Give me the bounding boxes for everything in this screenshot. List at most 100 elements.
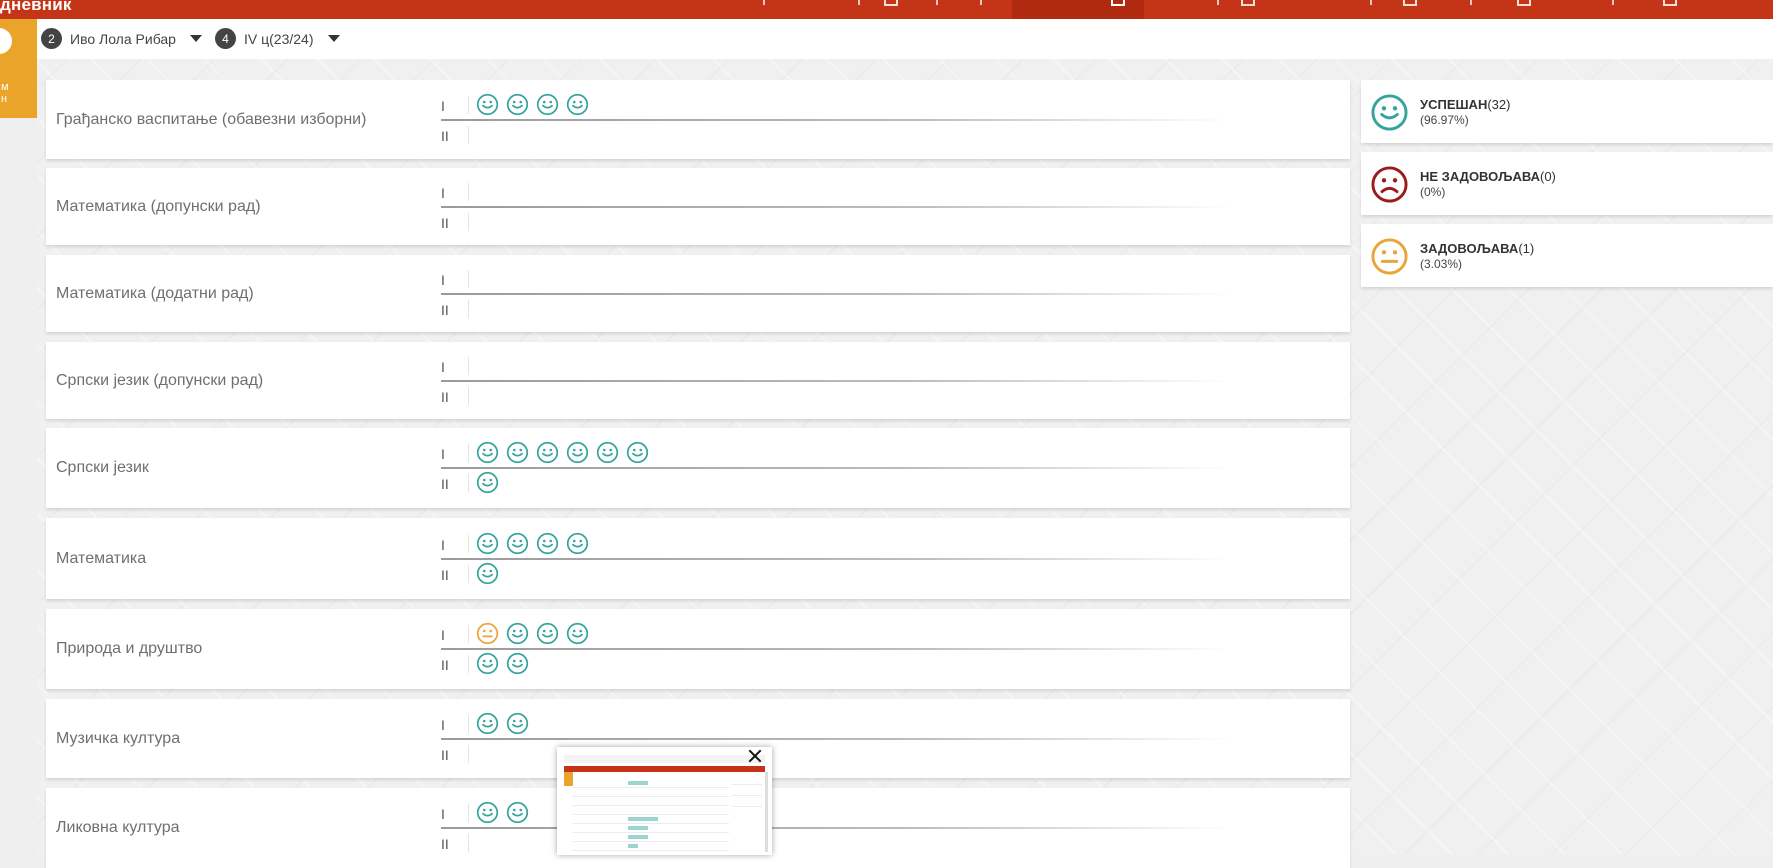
building-icon[interactable] [1517, 0, 1531, 6]
smiley-icon[interactable] [476, 801, 499, 824]
star-icon[interactable] [1241, 0, 1255, 6]
summary-item[interactable]: ЗАДОВОЉАВА(1) (3.03%) [1361, 224, 1773, 287]
class-number-badge: 4 [215, 28, 236, 49]
summary-label: ЗАДОВОЉАВА(1) [1420, 241, 1535, 256]
preview-scrollbar [765, 772, 768, 852]
semester-label: II [441, 128, 449, 144]
preview-row [573, 816, 729, 824]
smiley-icon[interactable] [506, 93, 529, 116]
semester-divider-line [441, 648, 1231, 650]
list-icon[interactable] [1663, 0, 1677, 6]
subject-card: Математика (додатни рад) I II [46, 255, 1350, 332]
chevron-down-icon[interactable] [189, 35, 202, 42]
smiley-icon [1370, 93, 1409, 132]
smiley-icon[interactable] [506, 622, 529, 645]
summary-percent: (3.03%) [1420, 257, 1463, 271]
smiley-icon[interactable] [566, 532, 589, 555]
semester-label: I [441, 272, 445, 288]
grade-marks [476, 652, 529, 675]
divider [468, 357, 469, 375]
smiley-icon[interactable] [476, 562, 499, 585]
user-badge[interactable]: м н [0, 19, 44, 118]
smiley-icon[interactable] [476, 93, 499, 116]
frown-icon [1370, 165, 1409, 204]
nav-item[interactable] [980, 0, 982, 5]
nav-item[interactable] [1612, 0, 1614, 5]
smiley-icon[interactable] [506, 441, 529, 464]
smiley-icon[interactable] [476, 441, 499, 464]
chevron-down-icon[interactable] [327, 35, 340, 42]
smiley-icon[interactable] [506, 801, 529, 824]
smiley-icon[interactable] [626, 441, 649, 464]
smiley-icon[interactable] [476, 532, 499, 555]
semester-row-first: I [441, 621, 1241, 649]
neutral-face-icon[interactable] [476, 622, 499, 645]
preview-row [573, 798, 729, 806]
divider [468, 655, 469, 673]
smiley-icon[interactable] [536, 622, 559, 645]
bank-icon[interactable] [1403, 0, 1417, 6]
school-number-badge: 2 [41, 28, 62, 49]
screen-preview-thumbnail[interactable] [557, 747, 772, 855]
nav-item[interactable] [1370, 0, 1372, 5]
school-selector[interactable]: 2 Иво Лола Рибар [41, 28, 202, 49]
summary-count: (0) [1539, 169, 1556, 184]
semester-label: II [441, 389, 449, 405]
nav-item[interactable] [858, 0, 860, 5]
preview-panel-item [732, 786, 762, 796]
divider [468, 535, 469, 553]
book-icon[interactable] [1111, 0, 1125, 6]
semester-label: I [441, 627, 445, 643]
divider [468, 387, 469, 405]
smiley-icon[interactable] [566, 441, 589, 464]
semester-divider-line [441, 738, 1231, 740]
semester-label: I [441, 185, 445, 201]
subject-card: Грађанско васпитање (обавезни изборни) I I… [46, 80, 1350, 159]
summary-item[interactable]: УСПЕШАН(32) (96.97%) [1361, 80, 1773, 143]
semester-divider-line [441, 380, 1231, 382]
semester-divider-line [441, 206, 1231, 208]
smiley-icon[interactable] [566, 93, 589, 116]
nav-item[interactable] [1217, 0, 1219, 5]
selector-bar: 2 Иво Лола Рибар 4 IV ц(23/24) [37, 19, 1773, 59]
semester-divider-line [441, 293, 1231, 295]
calendar-icon[interactable] [884, 0, 898, 6]
summary-label: НЕ ЗАДОВОЉАВА(0) [1420, 169, 1556, 184]
grade-marks [476, 471, 499, 494]
subject-name: Математика [56, 549, 147, 567]
app-title: дневник [0, 0, 72, 14]
semester-label: II [441, 657, 449, 673]
smiley-icon[interactable] [476, 471, 499, 494]
smiley-icon[interactable] [506, 532, 529, 555]
semester-row-second: II [441, 651, 1241, 679]
nav-item[interactable] [1470, 0, 1472, 5]
semester-label: I [441, 717, 445, 733]
subject-card: Српски језик (допунски рад) I II [46, 342, 1350, 419]
close-icon[interactable] [747, 748, 763, 764]
top-navigation-bar: дневник [0, 0, 1773, 19]
summary-percent: (96.97%) [1420, 113, 1469, 127]
smiley-icon[interactable] [506, 652, 529, 675]
summary-item[interactable]: НЕ ЗАДОВОЉАВА(0) (0%) [1361, 152, 1773, 215]
subject-name: Српски језик (допунски рад) [56, 371, 264, 389]
divider [468, 625, 469, 643]
grade-marks [476, 441, 649, 464]
preview-row [573, 789, 729, 797]
smiley-icon[interactable] [536, 441, 559, 464]
smiley-icon[interactable] [476, 652, 499, 675]
smiley-icon[interactable] [506, 712, 529, 735]
nav-item[interactable] [936, 0, 938, 5]
class-selector[interactable]: 4 IV ц(23/24) [215, 28, 340, 49]
smiley-icon[interactable] [476, 712, 499, 735]
smiley-icon[interactable] [536, 532, 559, 555]
neutral-face-icon [1370, 237, 1409, 276]
divider [468, 96, 469, 114]
smiley-icon[interactable] [596, 441, 619, 464]
grade-marks [476, 93, 589, 116]
nav-item[interactable] [763, 0, 765, 5]
semester-divider-line [441, 558, 1231, 560]
smiley-icon[interactable] [566, 622, 589, 645]
preview-badge [564, 772, 573, 786]
avatar[interactable] [0, 28, 12, 54]
smiley-icon[interactable] [536, 93, 559, 116]
